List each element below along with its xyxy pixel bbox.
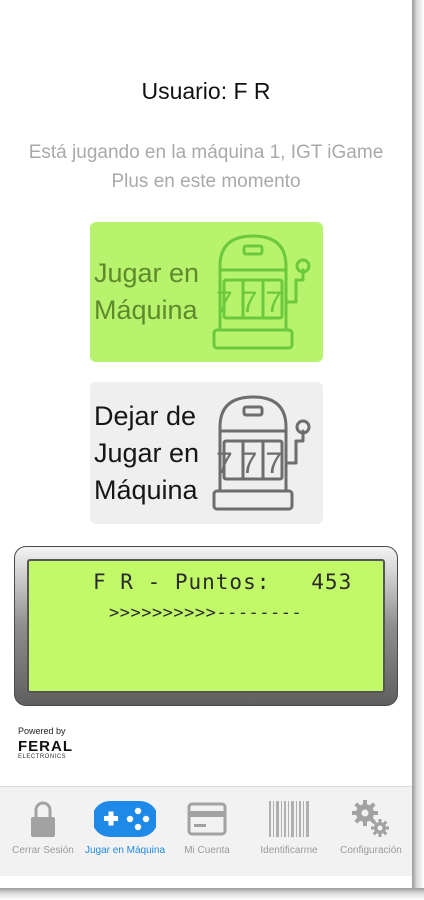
tab-my-account[interactable]: Mi Cuenta [166, 787, 248, 877]
frame-shadow [412, 0, 424, 900]
points-progress: >>>>>>>>>>-------- [109, 603, 303, 623]
points-text: F R - Puntos: 453 [93, 570, 353, 594]
stop-playing-label: Dejar de Jugar en Máquina [94, 400, 200, 505]
powered-by-logo: Powered by FERAL ELECTRONICS [18, 726, 73, 760]
tab-bar: Cerrar Sesión Jugar en Máquina Mi Cuenta… [0, 786, 412, 876]
tab-settings[interactable]: Configuración [330, 787, 412, 877]
slot-machine-icon: 777 [212, 395, 311, 511]
svg-text:777: 777 [216, 286, 290, 319]
points-display: F R - Puntos: 453 >>>>>>>>>>-------- [14, 546, 398, 706]
svg-text:777: 777 [216, 447, 290, 480]
user-title: Usuario: F R [141, 78, 271, 104]
card-icon [187, 802, 227, 836]
machine-status-text: Está jugando en la máquina 1, IGT iGame … [28, 142, 384, 192]
tab-identify[interactable]: Identificarme [248, 787, 330, 877]
barcode-icon [269, 801, 309, 837]
tab-logout[interactable]: Cerrar Sesión [2, 787, 84, 877]
tab-play-machine[interactable]: Jugar en Máquina [84, 787, 166, 877]
play-machine-label: Jugar en Máquina [94, 258, 200, 325]
lock-icon [31, 801, 55, 837]
gears-icon [352, 800, 389, 837]
lcd-screen: F R - Puntos: 453 >>>>>>>>>>-------- [27, 559, 385, 693]
play-machine-button[interactable]: Jugar en Máquina 777 [90, 222, 323, 362]
gamepad-icon [94, 801, 156, 837]
frame-shadow [0, 888, 424, 900]
feral-logo-sub: ELECTRONICS [18, 754, 67, 760]
app-screen: Usuario: F R Está jugando en la máquina … [0, 0, 412, 888]
stop-playing-button[interactable]: Dejar de Jugar en Máquina 777 [90, 382, 323, 524]
powered-by-label: Powered by [18, 726, 66, 736]
slot-machine-icon: 777 [212, 234, 311, 350]
feral-logo: FERAL [18, 738, 73, 755]
